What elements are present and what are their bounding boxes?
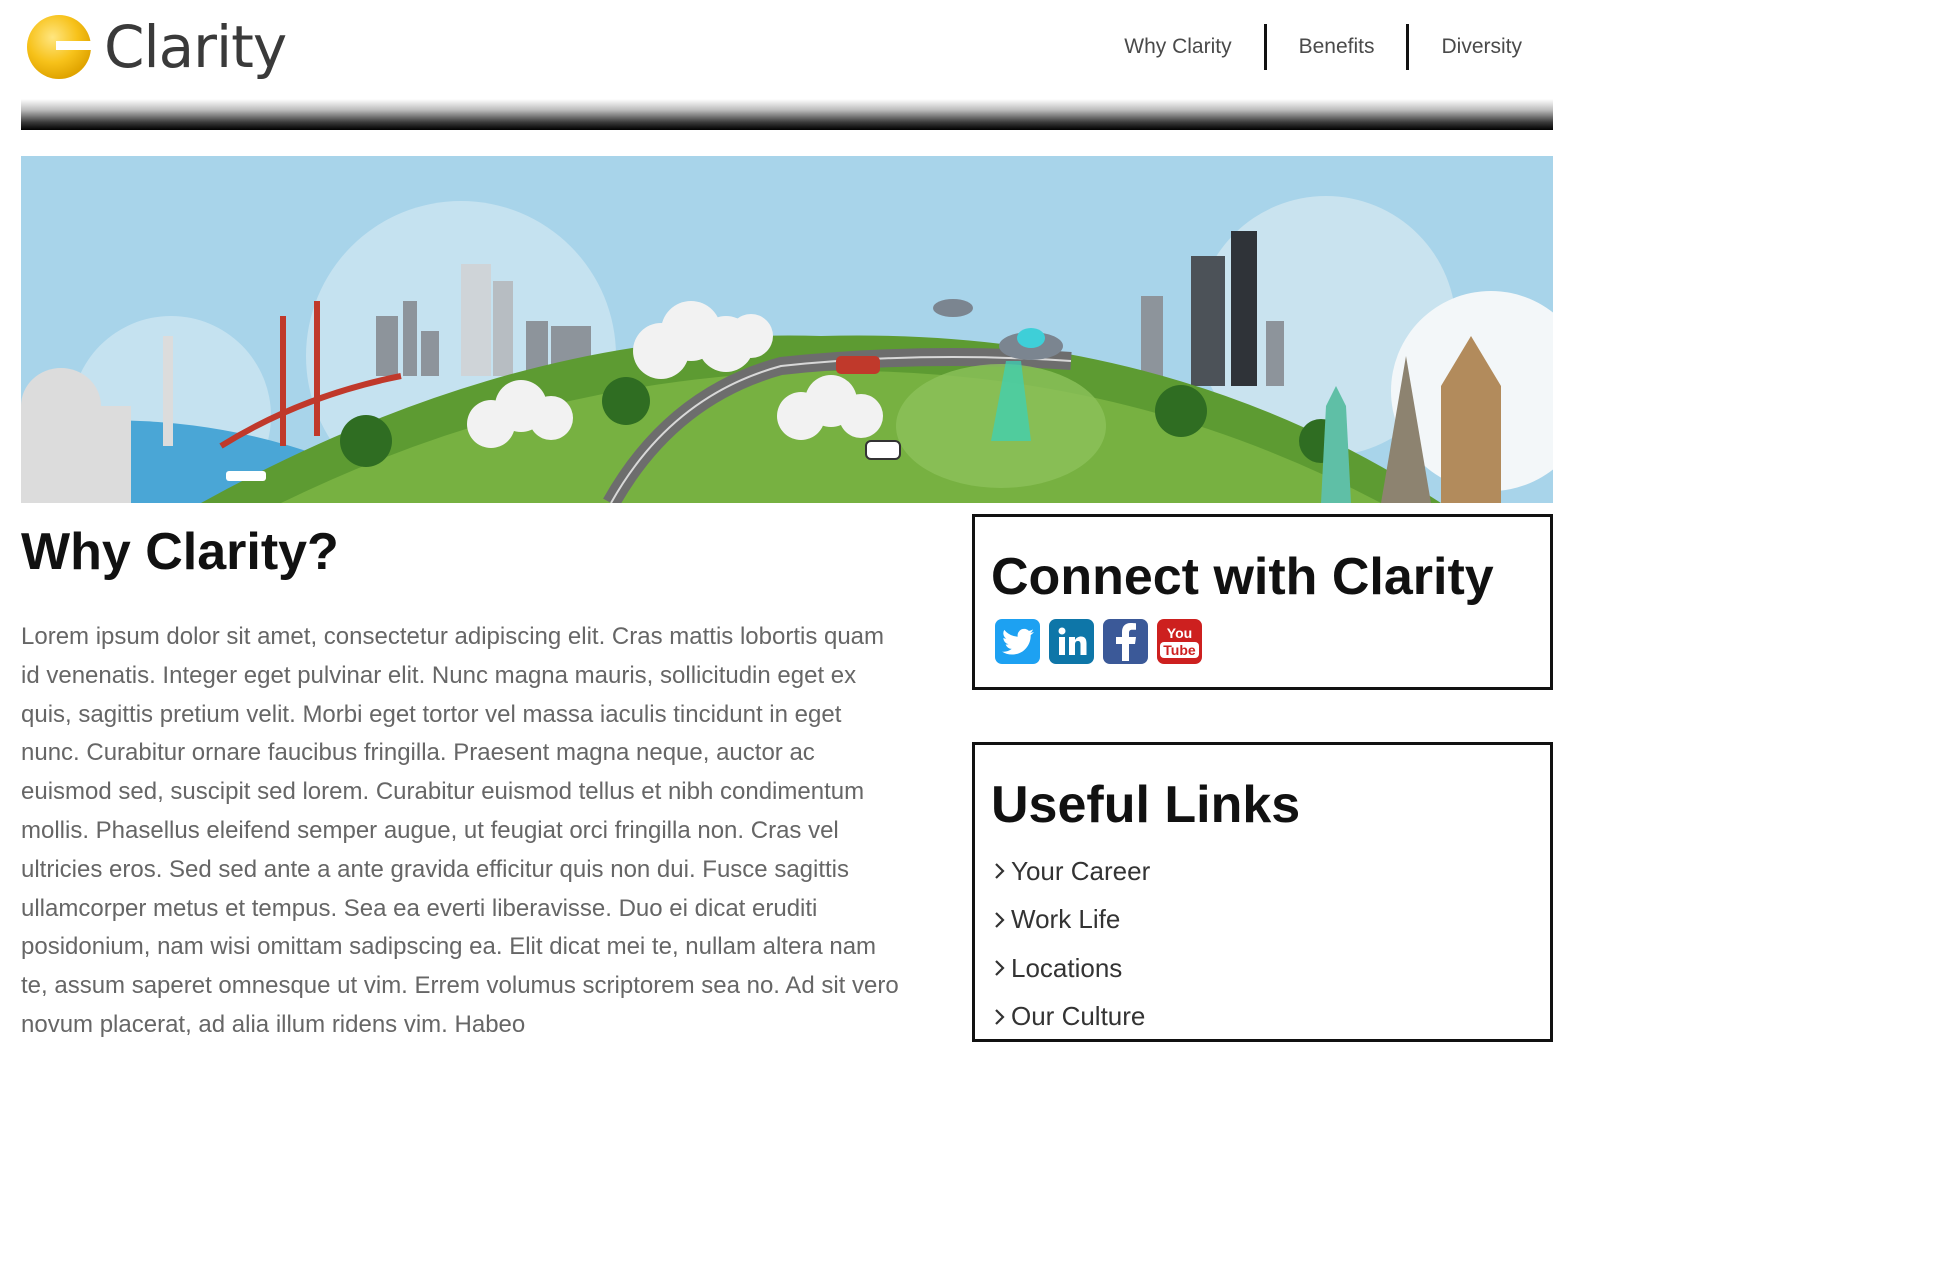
hero-banner	[21, 156, 1553, 503]
useful-links-list: Your Career Work Life Locations Our Cult…	[993, 847, 1150, 1041]
chevron-right-icon	[995, 960, 1005, 977]
link-label: Work Life	[1011, 904, 1121, 935]
nav-why-clarity[interactable]: Why Clarity	[1092, 24, 1263, 70]
youtube-icon[interactable]: You Tube	[1157, 619, 1202, 664]
site-header: Clarity Why Clarity Benefits Diversity	[0, 0, 1568, 100]
connect-box: Connect with Clarity You Tube	[972, 514, 1553, 690]
connect-title: Connect with Clarity	[991, 548, 1494, 606]
facebook-icon[interactable]	[1103, 619, 1148, 664]
logo-text: Clarity	[104, 13, 287, 81]
body-paragraph: Lorem ipsum dolor sit amet, consectetur …	[21, 623, 899, 1038]
chevron-right-icon	[995, 911, 1005, 928]
youtube-label-top: You	[1166, 624, 1193, 641]
link-label: Your Career	[1011, 855, 1151, 886]
link-label: Our Culture	[1011, 1001, 1146, 1032]
chevron-right-icon	[995, 863, 1005, 880]
link-your-career[interactable]: Your Career	[993, 847, 1150, 896]
social-links: You Tube	[995, 619, 1202, 664]
header-gradient-bar	[21, 99, 1553, 130]
linkedin-icon[interactable]	[1049, 619, 1094, 664]
hero-illustration	[21, 156, 1553, 503]
chevron-right-icon	[995, 1008, 1005, 1025]
nav-diversity[interactable]: Diversity	[1409, 24, 1522, 70]
nav-benefits[interactable]: Benefits	[1267, 24, 1407, 70]
clarity-logo-icon	[27, 15, 92, 79]
link-our-culture[interactable]: Our Culture	[993, 993, 1150, 1042]
link-locations[interactable]: Locations	[993, 944, 1150, 993]
twitter-icon[interactable]	[995, 619, 1040, 664]
top-nav: Why Clarity Benefits Diversity	[1092, 24, 1522, 70]
useful-links-box: Useful Links Your Career Work Life Locat…	[972, 742, 1553, 1042]
useful-links-title: Useful Links	[991, 776, 1301, 834]
page-title: Why Clarity?	[21, 523, 339, 581]
logo[interactable]: Clarity	[26, 13, 287, 81]
link-work-life[interactable]: Work Life	[993, 896, 1150, 945]
link-label: Locations	[1011, 952, 1123, 983]
youtube-label-bottom: Tube	[1160, 641, 1199, 658]
